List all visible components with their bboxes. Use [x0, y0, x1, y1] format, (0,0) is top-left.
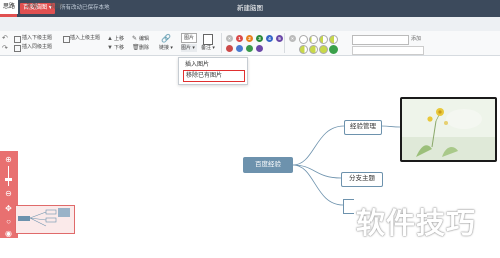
connector-third: [292, 164, 344, 206]
connector-experience: [292, 125, 345, 166]
zoom-slider-track[interactable]: [8, 166, 9, 186]
locate-root-icon[interactable]: ○: [3, 216, 14, 227]
zoom-slider-handle[interactable]: [5, 178, 12, 181]
node-partial[interactable]: [343, 199, 354, 214]
root-node[interactable]: 百度经验: [243, 157, 293, 173]
minimap-preview: [18, 208, 70, 227]
remove-image-item[interactable]: 移除已有图片: [183, 70, 245, 82]
image-node[interactable]: [400, 97, 497, 162]
watermark-text: 软件技巧: [356, 206, 477, 240]
move-icon[interactable]: ✥: [3, 203, 14, 214]
connector-image: [379, 125, 401, 128]
node-branch-topic[interactable]: 分支主题: [341, 172, 383, 187]
flower-image: [402, 99, 495, 160]
zoom-out-icon[interactable]: ⊖: [3, 188, 14, 199]
insert-image-item[interactable]: 插入图片: [183, 60, 243, 70]
image-dropdown-menu: 插入图片 移除已有图片: [178, 57, 248, 85]
minimap[interactable]: [15, 205, 75, 234]
zoom-in-icon[interactable]: ⊕: [3, 154, 14, 165]
eye-icon[interactable]: ◉: [3, 228, 14, 239]
node-experience-management[interactable]: 经验管理: [344, 120, 382, 135]
